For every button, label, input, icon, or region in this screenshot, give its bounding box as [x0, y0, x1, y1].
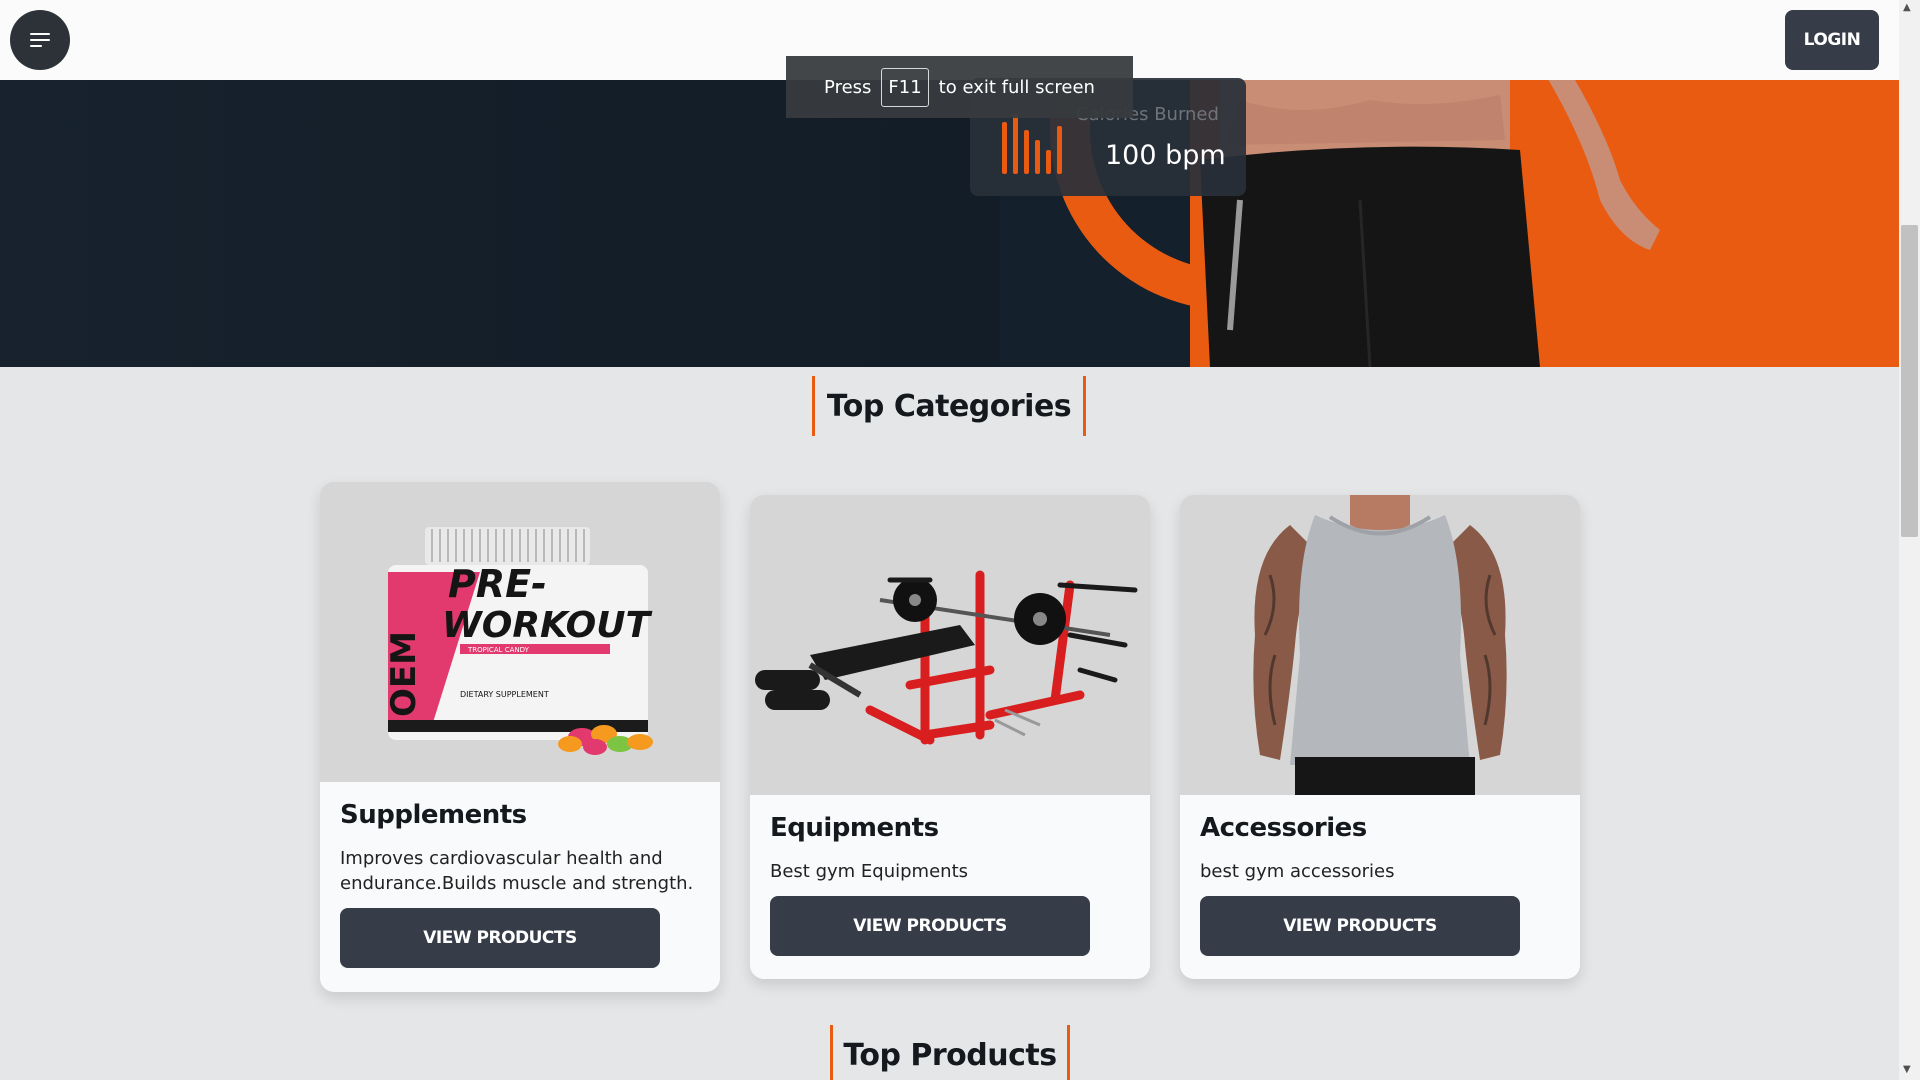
- view-products-button[interactable]: VIEW PRODUCTS: [340, 908, 660, 968]
- category-card-supplements: OEM PRE- WORKOUT TROPICAL CANDY DIETARY …: [320, 482, 720, 992]
- athlete-image: [1200, 80, 1660, 367]
- supplements-image: OEM PRE- WORKOUT TROPICAL CANDY DIETARY …: [320, 482, 720, 782]
- card-description: Improves cardiovascular health and endur…: [340, 848, 694, 894]
- page-scrollbar[interactable]: [1899, 0, 1920, 1080]
- view-products-button[interactable]: VIEW PRODUCTS: [770, 896, 1090, 956]
- tub-label-top: PRE-: [448, 562, 547, 606]
- pre-workout-tub-image: OEM PRE- WORKOUT TROPICAL CANDY DIETARY …: [320, 482, 720, 782]
- card-title: Accessories: [1200, 813, 1367, 843]
- top-products-title: Top Products: [830, 1025, 1070, 1080]
- tank-top-model-image: [1180, 495, 1580, 795]
- hero-banner: [0, 80, 1899, 367]
- fullscreen-notice: Press F11 to exit full screen: [786, 56, 1133, 118]
- menu-button[interactable]: [10, 10, 70, 70]
- card-description: Best gym Equipments: [770, 861, 968, 882]
- scroll-up-arrow-icon[interactable]: ▲: [1903, 2, 1911, 13]
- tub-sub: DIETARY SUPPLEMENT: [460, 690, 549, 699]
- card-description: best gym accessories: [1200, 861, 1395, 882]
- login-button[interactable]: LOGIN: [1785, 10, 1879, 70]
- fullscreen-suffix: to exit full screen: [938, 76, 1095, 98]
- tub-flavor: TROPICAL CANDY: [467, 646, 530, 654]
- category-card-accessories: Accessories best gym accessories VIEW PR…: [1180, 495, 1580, 979]
- hero-dark-background: [0, 80, 1000, 367]
- heart-rate-bars-icon: [1002, 114, 1062, 174]
- equipments-image: [750, 495, 1150, 795]
- top-categories-title: Top Categories: [812, 376, 1086, 436]
- stat-value: 100 bpm: [1105, 140, 1226, 171]
- accessories-image: [1180, 495, 1580, 795]
- weight-bench-image: [750, 495, 1150, 795]
- card-title: Supplements: [340, 800, 527, 830]
- card-title: Equipments: [770, 813, 939, 843]
- category-card-equipments: Equipments Best gym Equipments VIEW PROD…: [750, 495, 1150, 979]
- scroll-down-arrow-icon[interactable]: ▼: [1903, 1064, 1911, 1075]
- page: Calories Burned 100 bpm LOGIN Press F11 …: [0, 0, 1899, 1080]
- scrollbar-thumb[interactable]: [1901, 225, 1918, 537]
- tub-side-label: OEM: [384, 631, 424, 717]
- tub-label-bottom: WORKOUT: [442, 605, 652, 646]
- fullscreen-prefix: Press: [824, 76, 872, 98]
- f11-key: F11: [881, 67, 929, 107]
- view-products-button[interactable]: VIEW PRODUCTS: [1200, 896, 1520, 956]
- hamburger-icon: [30, 33, 50, 47]
